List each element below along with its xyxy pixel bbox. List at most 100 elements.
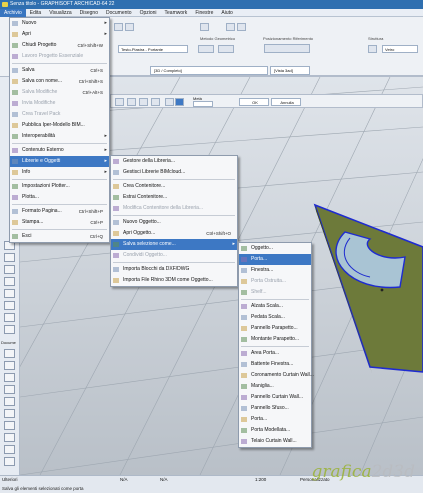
menu-opzioni[interactable]: Opzioni xyxy=(136,9,161,17)
tracker-icon-4[interactable] xyxy=(151,98,160,106)
file-menu-item-pubblica-iper-modello-bim[interactable]: Pubblica Iper-Modello BIM... xyxy=(10,120,109,131)
libraries-menu-item-estrai-contenitore[interactable]: Estrai Contenitore... xyxy=(111,192,237,203)
file-menu-item-nuovo[interactable]: Nuovo ▸ xyxy=(10,18,109,29)
file-menu-item-formato-pagina[interactable]: Formato Pagina... Ctrl+Shift+P xyxy=(10,206,109,217)
save-as-menu-item-pannello-curtain-wall[interactable]: Pannello Curtain Wall... xyxy=(239,392,311,403)
structure-combo[interactable]: Testo-Piastra - Portante xyxy=(118,45,188,53)
menu-edita[interactable]: Edita xyxy=(26,9,45,17)
method-button-2[interactable] xyxy=(218,45,234,53)
libraries-menu-item-salva-selezione-come[interactable]: Salva selezione come... ▸ xyxy=(111,239,237,250)
tracker-icon-active[interactable] xyxy=(175,98,184,106)
tool-dimension-icon[interactable] xyxy=(4,349,15,358)
tool-object-icon[interactable] xyxy=(4,289,15,298)
tab-3d-view[interactable]: [3D / Completo] xyxy=(150,66,268,75)
file-menu-item-plotta[interactable]: Plotta... xyxy=(10,192,109,203)
save-as-menu-item-maniglia[interactable]: Maniglia... xyxy=(239,381,311,392)
menu-item-label: Gestore della Libreria... xyxy=(123,158,175,164)
libraries-menu-item-gestisci-librerie-bimcloud[interactable]: Gestisci Librerie BIMcloud... xyxy=(111,167,237,178)
tool-mesh-icon[interactable] xyxy=(4,325,15,334)
menu-item-icon xyxy=(12,68,18,73)
save-as-menu-item-alzata-scala[interactable]: Alzata Scala... xyxy=(239,301,311,312)
menu-archivio[interactable]: Archivio xyxy=(0,9,26,17)
save-as-menu-item-porta[interactable]: Porta... xyxy=(239,254,311,265)
tool-fill-icon[interactable] xyxy=(4,397,15,406)
more-label[interactable]: Ulteriori xyxy=(2,477,18,482)
file-menu-item-interoperabilit[interactable]: Interoperabilità ▸ xyxy=(10,131,109,142)
tool-polyline-icon[interactable] xyxy=(4,433,15,442)
menu-item-label: Alzata Scala... xyxy=(251,303,283,309)
menu-documento[interactable]: Documento xyxy=(102,9,136,17)
tool-text-icon[interactable] xyxy=(4,373,15,382)
save-as-menu-item-porta-modellata[interactable]: Porta Modellata... xyxy=(239,425,311,436)
save-as-menu-item-porta[interactable]: Porta... xyxy=(239,414,311,425)
file-menu-item-librerie-e-oggetti[interactable]: Librerie e Oggetti ▸ xyxy=(10,156,109,167)
menu-aiuto[interactable]: Aiuto xyxy=(217,9,236,17)
tool-level-icon[interactable] xyxy=(4,361,15,370)
tracker-icon-3[interactable] xyxy=(139,98,148,106)
method-button[interactable] xyxy=(198,45,214,53)
save-as-menu-item-montante-parapetto[interactable]: Montante Parapetto... xyxy=(239,334,311,345)
save-selection-as-submenu: Oggetto... Porta... Finestra... Porta Ostru… xyxy=(238,242,314,448)
tab-3d-window[interactable]: [Vista 3ad] xyxy=(270,66,310,75)
tool-label-icon[interactable] xyxy=(4,385,15,394)
ok-button[interactable]: OK xyxy=(239,98,269,106)
tracker-icon-5[interactable] xyxy=(165,98,174,106)
tool-line-icon[interactable] xyxy=(4,409,15,418)
file-menu-item-salva[interactable]: Salva Ctrl+S xyxy=(10,65,109,76)
app-logo-icon xyxy=(2,2,8,7)
libraries-menu-item-importa-blocchi-da-dxf-dwg[interactable]: Importa Blocchi da DXF/DWG xyxy=(111,264,237,275)
tool-zone-icon[interactable] xyxy=(4,313,15,322)
save-as-menu-item-pannello-sfuso[interactable]: Pannello Sfuso... xyxy=(239,403,311,414)
libraries-menu-item-importa-file-rhino-3dm-come-oggetto[interactable]: Importa File Rhino 3DM come Oggetto... xyxy=(111,275,237,286)
save-as-menu-item-area-porta[interactable]: Area Porta... xyxy=(239,348,311,359)
save-as-menu-item-coronamento-curtain-wall[interactable]: Coronamento Curtain Wall... xyxy=(239,370,314,381)
structure-material-combo[interactable]: Vetro xyxy=(382,45,418,53)
select-tool-button[interactable] xyxy=(114,23,123,31)
libraries-menu-item-nuovo-oggetto[interactable]: Nuovo Oggetto... xyxy=(111,217,237,228)
file-menu-item-apri[interactable]: Apri ▸ xyxy=(10,29,109,40)
tool-circle-icon[interactable] xyxy=(4,421,15,430)
tool-hotspot-icon[interactable] xyxy=(4,457,15,466)
save-as-menu-item-pedata-scala[interactable]: Pedata Scala... xyxy=(239,312,311,323)
save-as-menu-item-pannello-parapetto[interactable]: Pannello Parapetto... xyxy=(239,323,311,334)
marquee-tool-button[interactable] xyxy=(125,23,134,31)
tracker-icon-2[interactable] xyxy=(127,98,136,106)
tool-lamp-icon[interactable] xyxy=(4,301,15,310)
file-menu-item-info[interactable]: Info ▸ xyxy=(10,167,109,178)
geometry-button-2[interactable] xyxy=(237,23,246,31)
menu-item-icon xyxy=(113,220,119,225)
menu-finestre[interactable]: Finestre xyxy=(191,9,217,17)
menu-disegno[interactable]: Disegno xyxy=(76,9,102,17)
save-as-menu-item-battente-finestra[interactable]: Battente Finestra... xyxy=(239,359,311,370)
file-menu-item-salva-con-nome[interactable]: Salva con nome... Ctrl+Shift+S xyxy=(10,76,109,87)
save-as-menu-item-telaio-curtain-wall[interactable]: Telaio Curtain Wall... xyxy=(239,436,311,447)
menu-item-icon xyxy=(241,428,247,433)
tracker-icon-1[interactable] xyxy=(115,98,124,106)
save-as-menu-item-oggetto[interactable]: Oggetto... xyxy=(239,243,311,254)
tool-railing-icon[interactable] xyxy=(4,253,15,262)
file-menu-item-esci[interactable]: Esci Ctrl+Q xyxy=(10,231,109,242)
libraries-menu-item-apri-oggetto[interactable]: Apri Oggetto... Ctrl+Shift+O xyxy=(111,228,237,239)
menu-item-icon xyxy=(113,170,119,175)
layer-button[interactable] xyxy=(200,23,209,31)
file-menu-item-contenuto-esterno[interactable]: Contenuto Esterno ▸ xyxy=(10,145,109,156)
menu-visualizza[interactable]: Visualizza xyxy=(45,9,75,17)
libraries-menu-item-gestore-della-libreria[interactable]: Gestore della Libreria... xyxy=(111,156,237,167)
libraries-menu-item-crea-contenitore[interactable]: Crea Contenitore... xyxy=(111,181,237,192)
menu-item-label: Oggetto... xyxy=(251,245,273,251)
geometry-button[interactable] xyxy=(226,23,235,31)
tool-spline-icon[interactable] xyxy=(4,445,15,454)
cancel-button[interactable]: Annulla xyxy=(271,98,301,106)
scale-readout[interactable]: 1:200 xyxy=(255,477,266,482)
structure-type-button[interactable] xyxy=(368,45,377,53)
file-menu-item-impostazioni-plotter[interactable]: Impostazioni Plotter... xyxy=(10,181,109,192)
reference-position-control[interactable] xyxy=(264,44,310,53)
tool-shell-icon[interactable] xyxy=(4,277,15,286)
field-input[interactable] xyxy=(193,101,213,107)
menu-item-label: Impostazioni Plotter... xyxy=(22,183,70,189)
menu-teamwork[interactable]: Teamwork xyxy=(161,9,192,17)
file-menu-item-chiudi-progetto[interactable]: Chiudi Progetto Ctrl+Shift+W xyxy=(10,40,109,51)
file-menu-item-stampa[interactable]: Stampa... Ctrl+P xyxy=(10,217,109,228)
tool-roof-icon[interactable] xyxy=(4,265,15,274)
save-as-menu-item-finestra[interactable]: Finestra... xyxy=(239,265,311,276)
